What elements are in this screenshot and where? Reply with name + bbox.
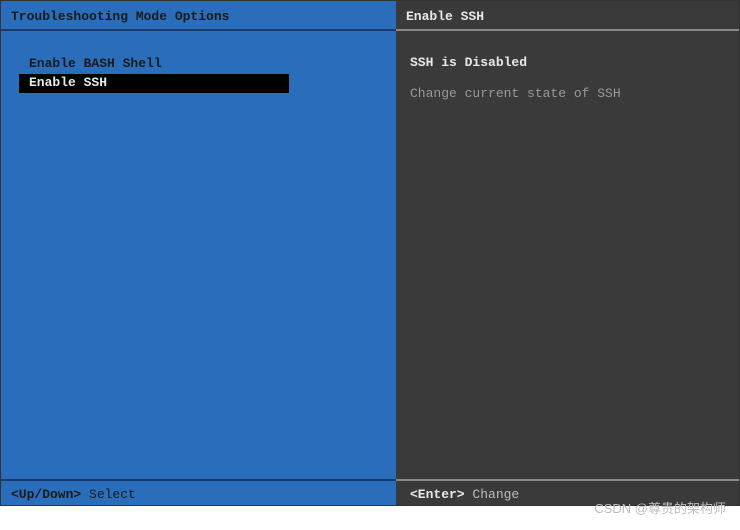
enter-key-hint: <Enter>: [410, 487, 465, 502]
menu-item-enable-ssh[interactable]: Enable SSH: [19, 74, 289, 93]
left-panel-title: Troubleshooting Mode Options: [1, 1, 396, 31]
menu-list: Enable BASH Shell Enable SSH: [1, 31, 396, 93]
console-window: Troubleshooting Mode Options Enable BASH…: [0, 0, 740, 506]
change-action-hint: Change: [472, 487, 519, 502]
detail-content: SSH is Disabled Change current state of …: [396, 31, 739, 125]
right-panel-title: Enable SSH: [396, 1, 739, 31]
ssh-status-text: SSH is Disabled: [410, 55, 725, 70]
select-action-hint: Select: [89, 487, 136, 502]
main-area: Troubleshooting Mode Options Enable BASH…: [1, 1, 739, 479]
watermark-text: CSDN @尊贵的架构师: [594, 498, 726, 517]
right-panel: Enable SSH SSH is Disabled Change curren…: [396, 1, 739, 479]
menu-item-enable-bash[interactable]: Enable BASH Shell: [1, 55, 396, 74]
updown-key-hint: <Up/Down>: [11, 487, 81, 502]
left-panel: Troubleshooting Mode Options Enable BASH…: [1, 1, 396, 479]
ssh-help-text: Change current state of SSH: [410, 86, 725, 101]
left-footer: <Up/Down> Select: [1, 479, 396, 505]
